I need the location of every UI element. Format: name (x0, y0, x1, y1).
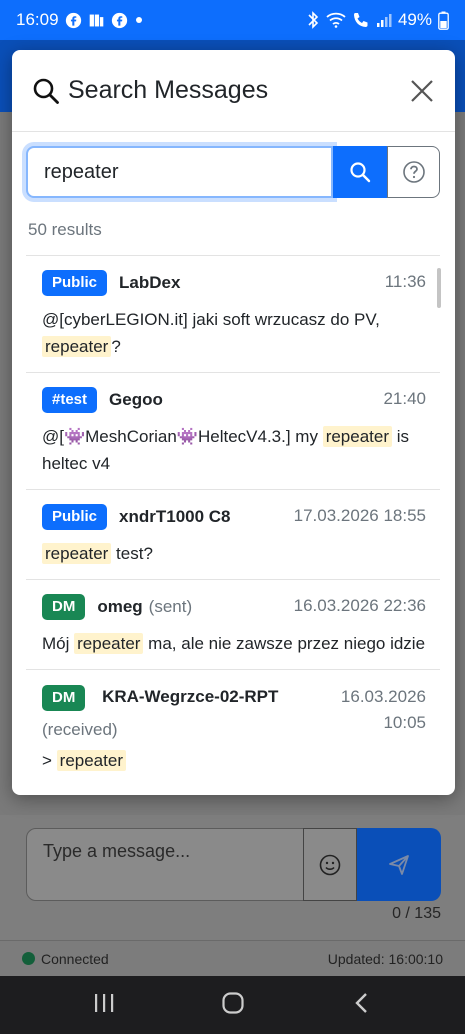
search-input[interactable] (26, 146, 333, 198)
channel-badge: Public (42, 270, 108, 296)
message-text: @[👾MeshCorian👾HeltecV4.3.] my repeater i… (42, 426, 410, 473)
message-input[interactable]: Type a message... (26, 828, 304, 901)
close-button[interactable] (407, 76, 437, 106)
status-bar: 16:09 49% (0, 0, 465, 40)
android-nav-bar (0, 976, 465, 1034)
search-icon (350, 162, 371, 183)
connection-status: Connected (41, 950, 109, 967)
dm-badge: DM (42, 594, 86, 620)
close-icon (411, 79, 433, 102)
channel-badge: #test (42, 387, 98, 413)
search-highlight: repeater (322, 426, 393, 447)
search-bar (26, 146, 440, 198)
emoji-icon (319, 854, 341, 875)
recent-apps-icon (95, 993, 114, 1012)
direction-label: (sent) (148, 597, 193, 616)
wifi-call-icon (352, 11, 370, 29)
search-messages-modal: Search Messages 50 results Public LabDex… (12, 50, 455, 795)
message-time: 11:36 (384, 272, 426, 291)
back-button[interactable] (352, 992, 372, 1019)
last-updated: Updated: 16:00:10 (327, 950, 443, 967)
search-highlight: repeater (42, 336, 112, 357)
search-highlight: repeater (74, 633, 144, 654)
status-time: 16:09 (16, 10, 59, 29)
search-help-button[interactable] (387, 146, 440, 198)
search-highlight: repeater (42, 543, 112, 564)
connection-bar: Connected Updated: 16:00:10 (0, 940, 465, 976)
message-time: 16.03.2026 22:36 (293, 596, 426, 615)
battery-percent: 49% (397, 10, 432, 29)
facebook-icon (65, 12, 82, 29)
home-button[interactable] (221, 991, 245, 1020)
sender-name: xndrT1000 C8 (119, 507, 231, 526)
help-icon (402, 161, 425, 183)
message-time: 21:40 (383, 389, 426, 408)
facebook-icon (111, 12, 128, 29)
notes-icon (88, 12, 105, 29)
search-result[interactable]: Public xndrT1000 C8 17.03.2026 18:55 rep… (26, 489, 440, 579)
direction-label: (received) (42, 720, 118, 739)
search-result[interactable]: Public LabDex 11:36 @[cyberLEGION.it] ja… (26, 255, 440, 372)
search-icon (33, 78, 59, 104)
dot-icon (134, 15, 144, 25)
emoji-button[interactable] (303, 828, 357, 901)
search-result[interactable]: DM omeg (sent) 16.03.2026 22:36 Mój repe… (26, 579, 440, 669)
dm-badge: DM (42, 685, 86, 711)
results-list: Public LabDex 11:36 @[cyberLEGION.it] ja… (26, 255, 440, 795)
message-time: 16.03.2026 10:05 (340, 687, 426, 732)
modal-title: Search Messages (68, 76, 269, 104)
char-count: 0 / 135 (392, 905, 441, 922)
send-button[interactable] (357, 828, 441, 901)
connected-status-icon (22, 952, 35, 965)
results-scrollbar[interactable] (437, 268, 441, 308)
wifi-icon (326, 12, 346, 28)
message-time: 17.03.2026 18:55 (293, 506, 426, 525)
search-result[interactable]: #test Gegoo 21:40 @[👾MeshCorian👾HeltecV4… (26, 372, 440, 489)
home-icon (222, 991, 245, 1014)
modal-header: Search Messages (12, 50, 455, 132)
message-text: > repeater (42, 747, 426, 774)
search-highlight: repeater (56, 750, 126, 771)
battery-icon (438, 11, 449, 30)
recent-apps-button[interactable] (93, 992, 115, 1019)
message-text: repeater test? (42, 540, 426, 567)
back-icon (355, 992, 367, 1013)
signal-icon (376, 12, 392, 28)
sender-name: Gegoo (109, 390, 163, 409)
channel-badge: Public (42, 504, 108, 530)
message-text: @[cyberLEGION.it] jaki soft wrzucasz do … (42, 310, 380, 357)
sender-name: LabDex (119, 273, 181, 292)
sender-name: KRA-Wegrzce-02-RPT (102, 687, 279, 706)
search-submit-button[interactable] (333, 146, 387, 198)
send-icon (389, 854, 409, 875)
bluetooth-icon (306, 11, 320, 29)
message-text: Mój repeater ma, ale nie zawsze przez ni… (42, 633, 426, 654)
sender-name: omeg (97, 597, 143, 616)
result-count: 50 results (28, 220, 102, 239)
search-result[interactable]: DM KRA-Wegrzce-02-RPT (received) 16.03.2… (26, 669, 440, 786)
